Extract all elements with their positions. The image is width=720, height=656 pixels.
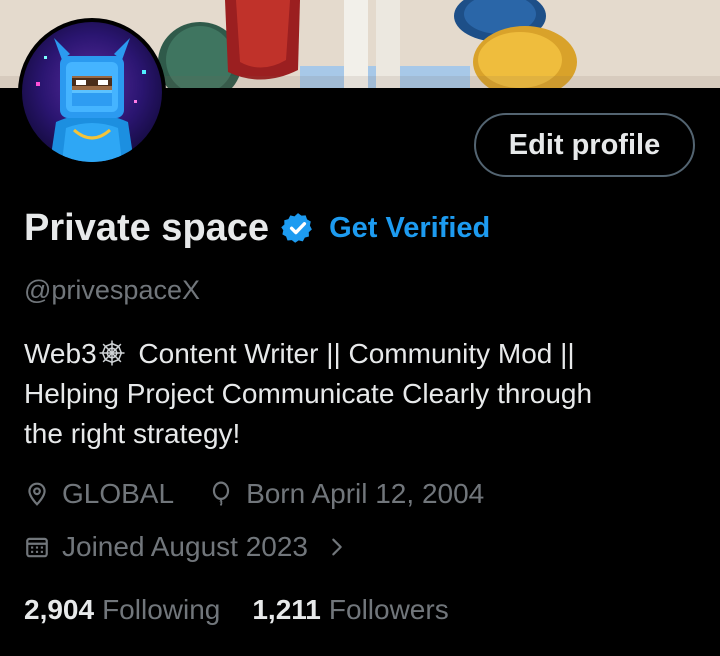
following-label: Following (102, 594, 221, 625)
get-verified-link[interactable]: Get Verified (329, 212, 490, 245)
verified-badge-icon[interactable] (281, 211, 315, 245)
balloon-icon (212, 481, 230, 506)
bio-line-2: Helping Project Communicate Clearly thro… (24, 378, 593, 409)
spider-web-icon (99, 340, 125, 366)
birthday-text: Born April 12, 2004 (246, 478, 485, 509)
followers-count: 1,211 (252, 594, 321, 625)
profile-avatar[interactable] (18, 18, 166, 166)
following-count: 2,904 (24, 594, 95, 625)
followers-stat[interactable]: 1,211 Followers (252, 594, 448, 626)
avatar-image (22, 22, 162, 162)
location-text: GLOBAL (62, 478, 175, 509)
bio-prefix: Web3 (24, 338, 97, 369)
followers-label: Followers (328, 594, 449, 625)
bio-line-3: the right strategy! (24, 418, 241, 449)
bio-text-1: Content Writer || Community Mod || (138, 338, 575, 369)
follow-stats: 2,904 Following 1,211 Followers (24, 594, 449, 626)
joined-row[interactable]: Joined August 2023 (24, 531, 348, 563)
edit-profile-button[interactable]: Edit profile (474, 113, 695, 177)
username-handle: @privespaceX (24, 275, 200, 305)
display-name: Private space (24, 206, 270, 249)
profile-bio: Web3 Content Writer || Community Mod || … (24, 334, 694, 454)
calendar-icon (26, 537, 48, 558)
name-row: Private space Get Verified (24, 204, 490, 252)
profile-meta-row-1: GLOBAL Born April 12, 2004 (24, 478, 484, 510)
joined-text: Joined August 2023 (62, 531, 308, 562)
location-pin-icon (28, 482, 46, 506)
chevron-right-icon[interactable] (326, 536, 348, 558)
bio-line-1: Web3 Content Writer || Community Mod || (24, 334, 694, 374)
following-stat[interactable]: 2,904 Following (24, 594, 220, 626)
